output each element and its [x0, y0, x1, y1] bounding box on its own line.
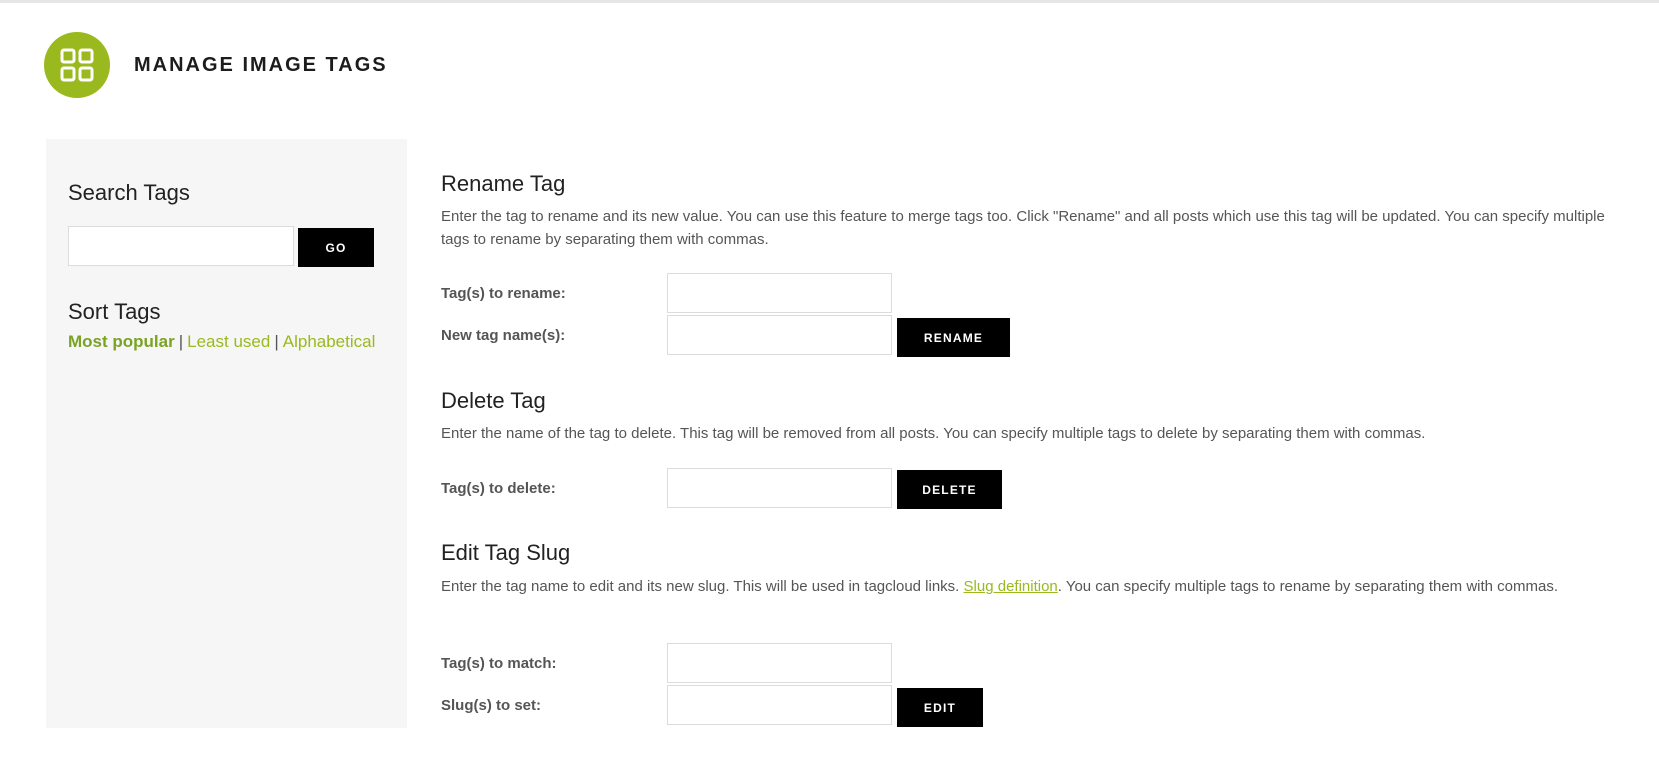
page-title: MANAGE IMAGE TAGS [134, 53, 388, 76]
sort-separator: | [178, 332, 184, 351]
sort-most-popular-link[interactable]: Most popular [68, 332, 175, 351]
new-tag-names-label: New tag name(s): [441, 327, 566, 344]
sidebar: Search Tags GO Sort Tags Most popular | Le… [46, 139, 407, 728]
sort-alphabetical-link[interactable]: Alphabetical [283, 332, 376, 351]
main-content: Rename Tag Enter the tag to rename and i… [441, 0, 1621, 773]
delete-button[interactable]: DELETE [897, 470, 1002, 509]
delete-tag-description: Enter the name of the tag to delete. Thi… [441, 425, 1426, 442]
rename-tag-description: Enter the tag to rename and its new valu… [441, 208, 1605, 248]
edit-tag-slug-description: Enter the tag name to edit and its new s… [441, 575, 1621, 598]
new-tag-names-input[interactable] [667, 315, 892, 355]
sort-options: Most popular | Least used | Alphabetical [68, 332, 375, 352]
edit-tag-slug-title: Edit Tag Slug [441, 540, 571, 565]
tags-to-match-label: Tag(s) to match: [441, 655, 557, 672]
rename-tag-title: Rename Tag [441, 171, 566, 196]
grid-four-squares-icon [60, 48, 94, 82]
search-tags-input[interactable] [68, 226, 294, 266]
tags-to-match-input[interactable] [667, 643, 892, 683]
slugs-to-set-label: Slug(s) to set: [441, 697, 541, 714]
slug-description-text-end: . You can specify multiple tags to renam… [1057, 578, 1559, 595]
tags-to-rename-label: Tag(s) to rename: [441, 285, 566, 302]
tags-to-rename-input[interactable] [667, 273, 892, 313]
slug-definition-link[interactable]: Slug definition [964, 578, 1058, 595]
rename-button[interactable]: RENAME [897, 318, 1010, 357]
edit-slug-button[interactable]: EDIT [897, 688, 983, 727]
sort-separator: | [274, 332, 279, 351]
tags-to-delete-input[interactable] [667, 468, 892, 508]
search-tags-heading: Search Tags [68, 180, 190, 205]
search-go-button[interactable]: GO [298, 228, 374, 267]
page-header: MANAGE IMAGE TAGS [44, 32, 388, 98]
sort-tags-heading: Sort Tags [68, 299, 161, 324]
slug-description-text: Enter the tag name to edit and its new s… [441, 578, 964, 595]
grid-icon [44, 32, 110, 98]
delete-tag-title: Delete Tag [441, 388, 546, 413]
slugs-to-set-input[interactable] [667, 685, 892, 725]
tags-to-delete-label: Tag(s) to delete: [441, 480, 556, 497]
sort-least-used-link[interactable]: Least used [187, 332, 270, 351]
